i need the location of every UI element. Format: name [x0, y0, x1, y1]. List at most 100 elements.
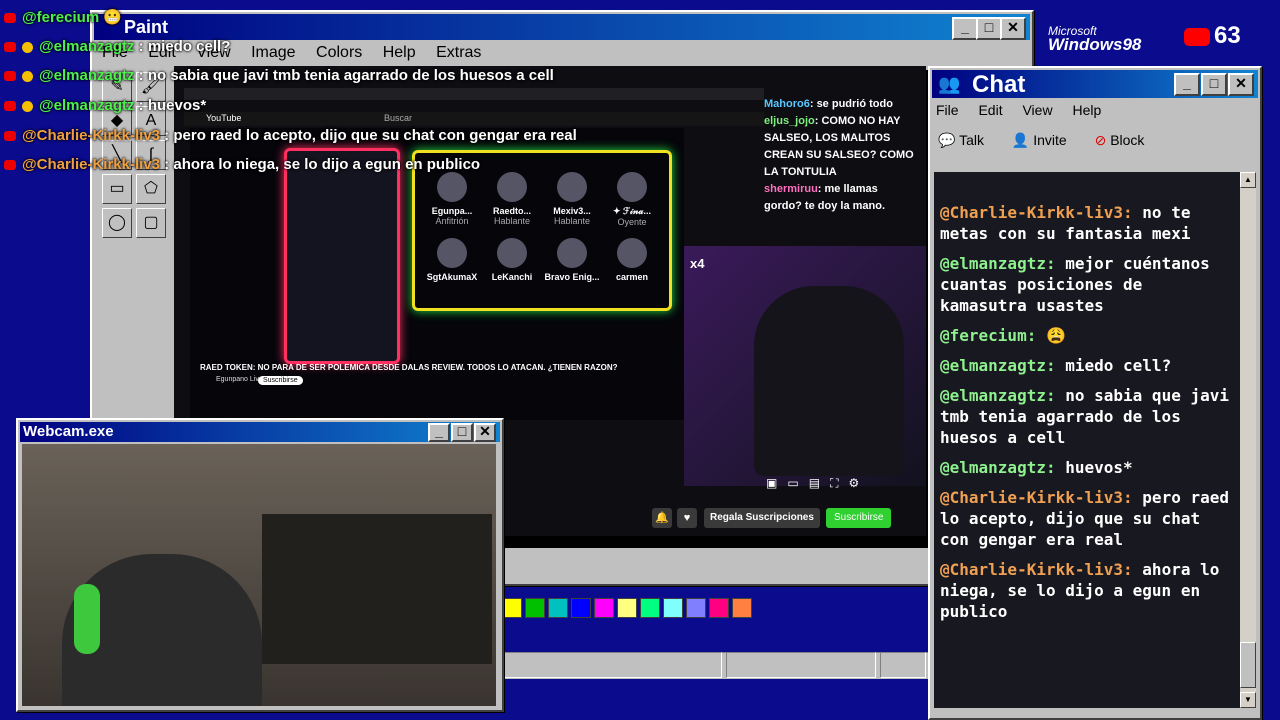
invite-button[interactable]: 👤 Invite	[1012, 132, 1067, 148]
participant: carmen	[602, 238, 662, 282]
chat-message: @Charlie-Kirkk-liv3: no te metas con su …	[940, 203, 1191, 243]
overlay-chat-line: @elmanzagtz : no sabia que javi tmb teni…	[4, 67, 554, 84]
theater-icon[interactable]: ▭	[787, 476, 798, 490]
side-chat-msg: shermiruu: me llamas gordo? te doy la ma…	[764, 183, 886, 212]
color-swatch[interactable]	[686, 598, 706, 618]
block-icon: ⊘	[1094, 132, 1107, 148]
small-subscribe-button[interactable]: Suscribirse	[258, 376, 303, 385]
color-swatch[interactable]	[525, 598, 545, 618]
youtube-icon	[1184, 27, 1210, 46]
menu-file[interactable]: File	[936, 102, 959, 118]
chat-scrollbar[interactable]: ▲ ▼	[1240, 172, 1256, 708]
rectangle-tool-icon[interactable]: ▭	[102, 174, 132, 204]
youtube-icon	[4, 160, 16, 171]
polygon-tool-icon[interactable]: ⬠	[136, 174, 166, 204]
color-swatch[interactable]	[594, 598, 614, 618]
participant: ✦ ℱ𝒾𝓃𝒶... Oyente	[602, 172, 662, 227]
badge-icon	[22, 41, 33, 53]
multiplier-badge: x4	[690, 256, 705, 271]
minimize-button[interactable]: _	[1174, 73, 1200, 96]
bell-button[interactable]: 🔔	[652, 508, 672, 528]
paint-titlebar[interactable]: Paint _ □ ✕	[94, 14, 1030, 40]
paint-title: Paint	[124, 17, 169, 37]
maximize-button[interactable]: □	[451, 423, 473, 442]
menu-extras[interactable]: Extras	[436, 44, 481, 61]
participant: SgtAkumaX	[422, 238, 482, 282]
side-chat-msg: Mahoro6: se pudrió todo	[764, 98, 893, 110]
color-palette-row	[502, 598, 755, 623]
host-frame-neon	[284, 148, 400, 364]
badge-icon	[22, 70, 33, 82]
chat-messages-panel[interactable]: @Charlie-Kirkk-liv3: no te metas con su …	[934, 172, 1240, 708]
scroll-up-icon[interactable]: ▲	[1240, 172, 1256, 188]
settings-icon[interactable]: ⚙	[849, 476, 860, 490]
gift-subs-button[interactable]: Regala Suscripciones	[704, 508, 820, 528]
streamer-figure	[754, 286, 904, 476]
block-button[interactable]: ⊘ Block	[1095, 132, 1145, 148]
color-swatch[interactable]	[548, 598, 568, 618]
scroll-down-icon[interactable]: ▼	[1240, 692, 1256, 708]
chat-menubar: File Edit View Help	[936, 102, 1117, 118]
chat-toolbar: 💬 Talk 👤 Invite ⊘ Block	[938, 132, 1144, 149]
youtube-icon	[4, 71, 16, 82]
close-button[interactable]: ✕	[1228, 73, 1254, 96]
pip-icon[interactable]: ▣	[766, 476, 777, 490]
heart-button[interactable]: ♥	[677, 508, 697, 528]
fullscreen-icon[interactable]: ⛶	[830, 476, 838, 490]
participant: Egunpa... Anfitrión	[422, 172, 482, 226]
maximize-button[interactable]: □	[1201, 73, 1227, 96]
youtube-icon	[4, 42, 16, 53]
close-button[interactable]: ✕	[1000, 17, 1026, 40]
talk-icon: 💬	[938, 132, 956, 148]
participant: Raedto... Hablante	[482, 172, 542, 226]
overlay-chat-line: @elmanzagtz : huevos*	[4, 97, 206, 114]
captions-icon[interactable]: ▤	[809, 476, 820, 490]
color-swatch[interactable]	[617, 598, 637, 618]
overlay-chat-line: @ferecium 😬	[4, 8, 122, 26]
scroll-thumb[interactable]	[1240, 642, 1256, 688]
webcam-feed	[22, 444, 496, 706]
windows98-badge: Microsoft Windows98	[1048, 24, 1141, 55]
talk-button[interactable]: 💬 Talk	[938, 132, 984, 148]
menu-edit[interactable]: Edit	[978, 102, 1002, 118]
chat-message: @elmanzagtz: miedo cell?	[940, 356, 1172, 375]
youtube-search[interactable]: Buscar	[384, 113, 412, 123]
color-swatch[interactable]	[709, 598, 729, 618]
overlay-chat-line: @Charlie-Kirkk-liv3 : pero raed lo acept…	[4, 127, 577, 144]
color-swatch[interactable]	[663, 598, 683, 618]
webcam-titlebar[interactable]: Webcam.exe _ □ ✕	[20, 422, 500, 442]
overlay-chat-line: @elmanzagtz : miedo cell?	[4, 38, 230, 55]
ellipse-tool-icon[interactable]: ◯	[102, 208, 132, 238]
close-button[interactable]: ✕	[474, 423, 496, 442]
color-swatch[interactable]	[502, 598, 522, 618]
menu-help[interactable]: Help	[383, 44, 416, 61]
headphones-icon	[74, 584, 100, 654]
subscribe-button[interactable]: Suscribirse	[826, 508, 892, 528]
player-controls: ▣ ▭ ▤ ⛶ ⚙	[766, 476, 859, 491]
menu-image[interactable]: Image	[251, 44, 295, 61]
webcam-window: Webcam.exe _ □ ✕	[16, 418, 504, 712]
chat-titlebar[interactable]: 👥 Chat _ □ ✕	[932, 70, 1258, 98]
video-side-chat: Mahoro6: se pudrió todo eljus_jojo: COMO…	[764, 96, 914, 215]
chat-message: @ferecium: 😩	[940, 326, 1066, 345]
menu-colors[interactable]: Colors	[316, 44, 362, 61]
chat-people-icon: 👥	[938, 74, 961, 94]
minimize-button[interactable]: _	[428, 423, 450, 442]
chat-window: 👥 Chat _ □ ✕ File Edit View Help 💬 Talk …	[928, 66, 1262, 720]
youtube-icon	[4, 131, 16, 142]
menu-help[interactable]: Help	[1072, 102, 1101, 118]
maximize-button[interactable]: □	[976, 17, 1002, 40]
paint-toolbox: ✎ 🖌 ◆ A ╲ ∫ ▭ ⬠ ◯ ▢	[100, 70, 170, 240]
paint-status-panels	[500, 652, 926, 678]
participant: LeKanchi	[482, 238, 542, 282]
color-swatch[interactable]	[640, 598, 660, 618]
side-chat-msg: eljus_jojo: COMO NO HAY SALSEO, LOS MALI…	[764, 115, 914, 178]
youtube-bar: YouTube Buscar	[184, 112, 764, 126]
minimize-button[interactable]: _	[952, 17, 978, 40]
participant: Bravo Enig...	[542, 238, 602, 282]
color-swatch[interactable]	[571, 598, 591, 618]
menu-view[interactable]: View	[1022, 102, 1052, 118]
youtube-logo: YouTube	[206, 113, 242, 123]
rounded-rect-tool-icon[interactable]: ▢	[136, 208, 166, 238]
color-swatch[interactable]	[732, 598, 752, 618]
